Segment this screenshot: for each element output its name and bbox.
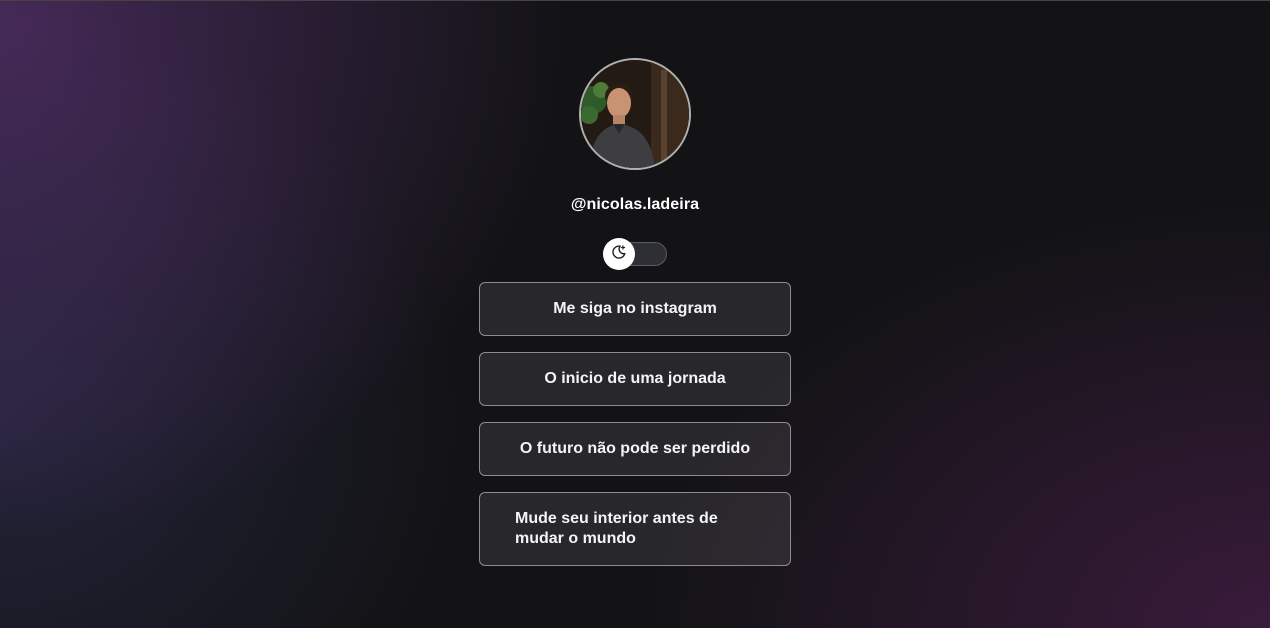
- link-list: Me siga no instagram O inicio de uma jor…: [479, 282, 791, 582]
- link-button-jornada[interactable]: O inicio de uma jornada: [479, 352, 791, 406]
- username: @nicolas.ladeira: [570, 196, 700, 213]
- profile-page: @nicolas.ladeira Me siga no instagram O …: [0, 1, 1270, 582]
- moon-sparkle-icon: [611, 244, 627, 265]
- link-button-interior[interactable]: Mude seu interior antes de mudar o mundo: [479, 492, 791, 566]
- avatar: [579, 58, 691, 170]
- link-button-futuro[interactable]: O futuro não pode ser perdido: [479, 422, 791, 476]
- link-button-instagram[interactable]: Me siga no instagram: [479, 282, 791, 336]
- theme-toggle[interactable]: [603, 238, 667, 270]
- avatar-photo: [581, 60, 689, 168]
- theme-toggle-knob[interactable]: [603, 238, 635, 270]
